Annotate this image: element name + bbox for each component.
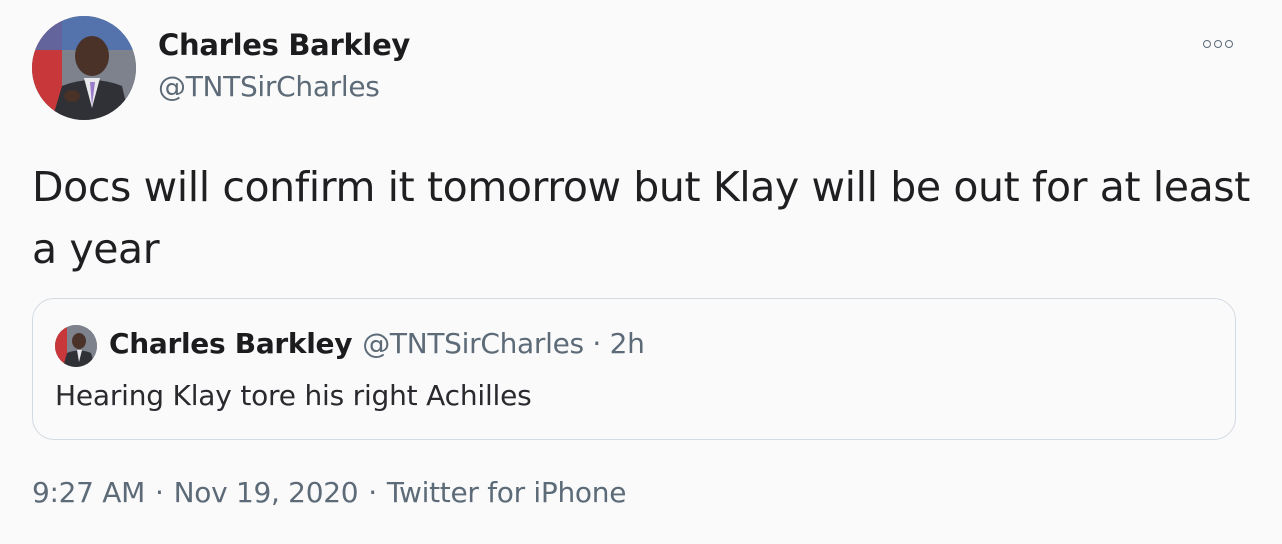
author-name[interactable]: Charles Barkley	[158, 28, 410, 62]
dot-icon	[1225, 40, 1233, 48]
tweet-metadata: 9:27 AM · Nov 19, 2020 · Twitter for iPhone	[32, 476, 626, 509]
more-options-icon[interactable]	[1200, 36, 1236, 52]
tweet-date[interactable]: Nov 19, 2020	[174, 476, 359, 509]
tweet-text: Docs will confirm it tomorrow but Klay w…	[32, 163, 1250, 273]
dot-icon	[1214, 40, 1222, 48]
quoted-tweet-header: Charles Barkley @TNTSirCharles · 2h	[109, 327, 645, 360]
tweet-card: Charles Barkley @TNTSirCharles Docs will…	[0, 0, 1282, 544]
quoted-author-avatar	[55, 325, 97, 367]
avatar-photo-icon	[55, 325, 97, 367]
meta-separator: ·	[155, 476, 164, 509]
author-avatar[interactable]	[32, 16, 136, 120]
avatar-photo-icon	[32, 16, 136, 120]
author-handle[interactable]: @TNTSirCharles	[158, 70, 380, 103]
tweet-source[interactable]: Twitter for iPhone	[387, 476, 627, 509]
dot-icon	[1203, 40, 1211, 48]
meta-separator: ·	[368, 476, 377, 509]
quoted-author-handle-time: @TNTSirCharles · 2h	[362, 327, 645, 360]
quoted-tweet-text: Hearing Klay tore his right Achilles	[55, 379, 532, 412]
tweet-time[interactable]: 9:27 AM	[32, 476, 145, 509]
quoted-author-name: Charles Barkley	[109, 327, 353, 360]
quoted-tweet[interactable]: Charles Barkley @TNTSirCharles · 2h Heari…	[32, 298, 1236, 440]
